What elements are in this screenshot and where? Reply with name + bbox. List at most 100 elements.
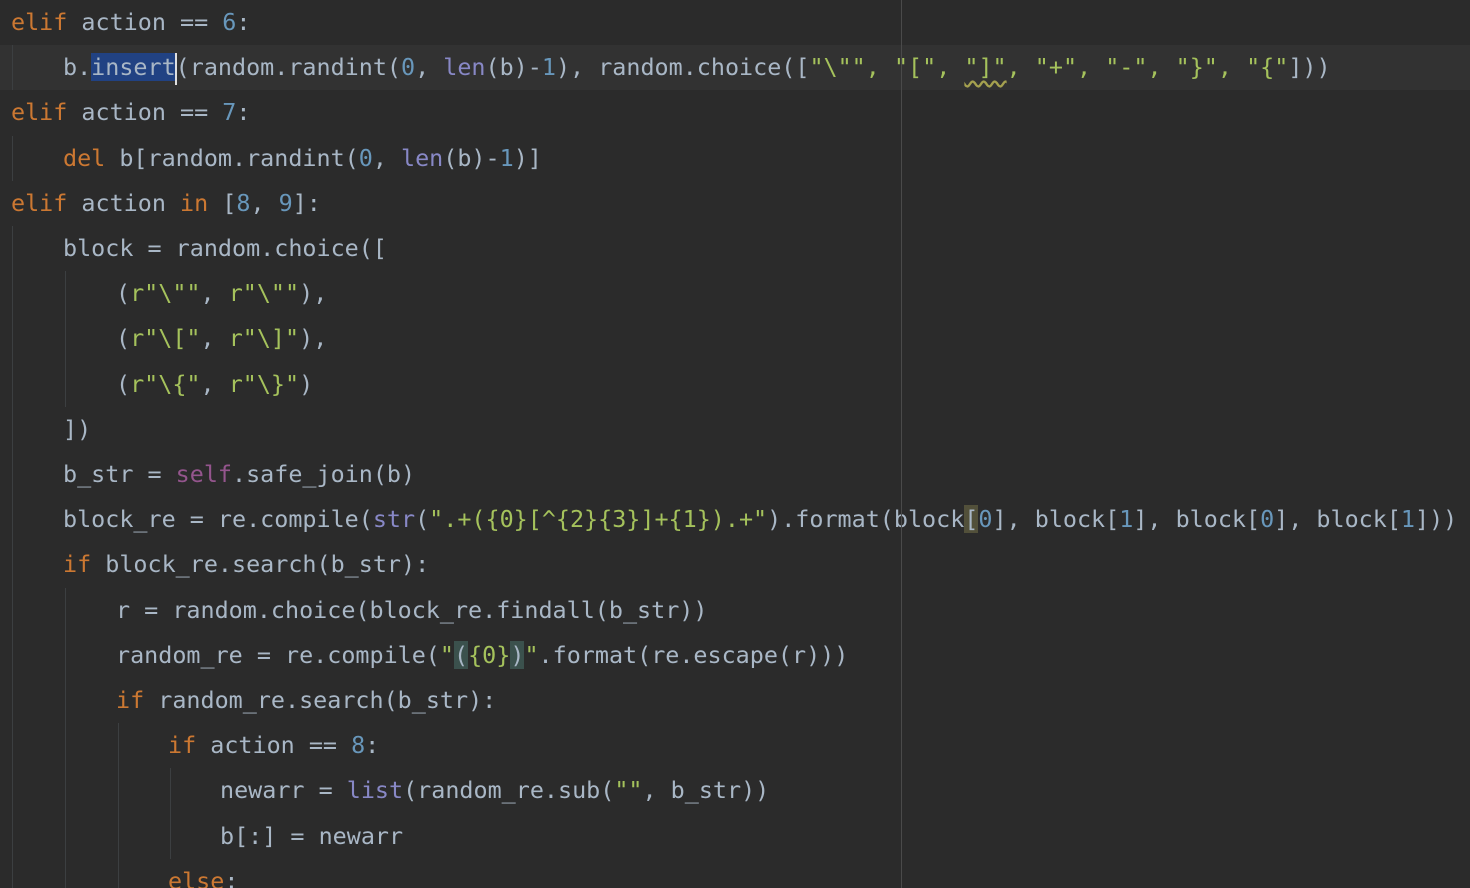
code-line-text[interactable]: elif action in [8, 9]: <box>11 181 321 226</box>
code-token: block_re.search(b_str): <box>91 550 430 579</box>
code-token: ( <box>116 279 131 308</box>
code-token: in <box>180 188 209 217</box>
code-token: list <box>346 776 404 805</box>
code-line[interactable]: elif action == 7: <box>0 90 1470 135</box>
code-token: ]) <box>63 414 92 443</box>
code-token: ), random.choice([ <box>555 53 810 82</box>
right-margin-guide <box>901 0 902 888</box>
code-token: newarr = <box>220 776 347 805</box>
code-token: random_re.search(b_str): <box>144 686 497 714</box>
code-line-text[interactable]: block = random.choice([ <box>63 226 387 271</box>
code-token: "\"" <box>809 53 866 82</box>
code-token: 1 <box>1400 505 1416 534</box>
code-line[interactable]: if action == 8: <box>0 723 1470 768</box>
code-token: (b)- <box>443 143 500 172</box>
code-line-text[interactable]: b.insert(random.randint(0, len(b)-1), ra… <box>63 45 1331 90</box>
code-token: block_re = re.compile( <box>63 505 373 534</box>
code-line[interactable]: block_re = re.compile(str(".+({0}[^{2}{3… <box>0 497 1470 542</box>
code-token: r"\"" <box>228 279 300 308</box>
code-token: self <box>175 460 233 488</box>
code-token: "}" <box>1175 53 1218 82</box>
code-token: if <box>116 686 145 714</box>
code-line-text[interactable]: (r"\{", r"\}") <box>116 362 313 407</box>
indent-guide <box>65 587 66 888</box>
code-line[interactable]: else: <box>0 859 1470 888</box>
code-token: : <box>365 731 380 760</box>
indent-guide <box>118 723 119 888</box>
code-line[interactable]: elif action in [8, 9]: <box>0 181 1470 226</box>
code-line[interactable]: random_re = re.compile("({0})".format(re… <box>0 633 1470 678</box>
code-token: 8 <box>236 188 251 217</box>
code-token: [ <box>208 188 237 217</box>
code-token: , <box>200 369 229 398</box>
code-token: : <box>236 8 251 36</box>
code-line-text[interactable]: (r"\"", r"\""), <box>116 271 327 316</box>
code-line[interactable]: b.insert(random.randint(0, len(b)-1), ra… <box>0 45 1470 91</box>
code-token: ])) <box>1415 505 1458 534</box>
code-line-text[interactable]: ]) <box>63 407 91 452</box>
code-line-text[interactable]: if action == 8: <box>168 723 379 768</box>
code-editor[interactable]: elif action == 6: b.insert(random.randint… <box>0 0 1470 888</box>
code-token: , <box>936 53 965 82</box>
code-token: block = random.choice([ <box>63 234 387 262</box>
code-line-text[interactable]: elif action == 7: <box>11 90 250 135</box>
code-token: b. <box>63 53 92 82</box>
code-token: .format(re.escape(r))) <box>538 640 849 669</box>
code-line[interactable]: ]) <box>0 407 1470 452</box>
code-token: elif <box>11 188 68 217</box>
code-line[interactable]: elif action == 6: <box>0 0 1470 45</box>
code-line[interactable]: r = random.choice(block_re.findall(b_str… <box>0 588 1470 633</box>
code-line-text[interactable]: elif action == 6: <box>11 0 250 45</box>
code-token: "" <box>614 776 643 805</box>
code-line[interactable]: (r"\[", r"\]"), <box>0 316 1470 361</box>
code-line[interactable]: if block_re.search(b_str): <box>0 542 1470 587</box>
code-line[interactable]: (r"\"", r"\""), <box>0 271 1470 316</box>
code-token: insert <box>91 53 176 82</box>
code-line-text[interactable]: r = random.choice(block_re.findall(b_str… <box>116 588 707 633</box>
code-token: , b_str)) <box>642 776 770 805</box>
code-token: b[:] = newarr <box>220 821 404 850</box>
code-token: if <box>168 731 197 760</box>
code-line-text[interactable]: random_re = re.compile("({0})".format(re… <box>116 633 848 678</box>
code-token: , <box>200 279 229 308</box>
code-token: b[random.randint( <box>105 143 359 172</box>
code-token: action == <box>67 8 223 36</box>
code-token: (b)- <box>485 53 542 82</box>
code-token: action == <box>196 731 352 760</box>
code-token: "+" <box>1034 53 1078 82</box>
code-token: if <box>63 550 92 579</box>
code-line[interactable]: del b[random.randint(0, len(b)-1)] <box>0 136 1470 181</box>
code-line-text[interactable]: else: <box>168 859 238 888</box>
code-token: ), <box>299 279 328 308</box>
code-token: len <box>401 143 444 172</box>
code-line[interactable]: b[:] = newarr <box>0 814 1470 859</box>
code-token: b_str = <box>63 460 176 488</box>
code-line-text[interactable]: b[:] = newarr <box>220 814 403 859</box>
code-token: , <box>1147 53 1176 82</box>
code-token: 1 <box>541 53 556 82</box>
code-line[interactable]: (r"\{", r"\}") <box>0 362 1470 407</box>
code-line-text[interactable]: newarr = list(random_re.sub("", b_str)) <box>220 768 769 813</box>
code-token: del <box>63 143 106 172</box>
code-line-text[interactable]: if random_re.search(b_str): <box>116 678 496 723</box>
code-token: , <box>1217 53 1247 82</box>
code-token: ( <box>116 369 131 398</box>
code-token: 0 <box>978 505 993 534</box>
indent-guide <box>12 135 13 181</box>
code-token: r"\]" <box>228 324 300 353</box>
code-line-text[interactable]: del b[random.randint(0, len(b)-1)] <box>63 136 542 181</box>
code-token: 6 <box>222 8 237 36</box>
code-token: [ <box>964 505 979 534</box>
code-token: 1 <box>1119 505 1134 534</box>
code-line[interactable]: block = random.choice([ <box>0 226 1470 271</box>
code-token: )] <box>513 143 542 172</box>
code-line[interactable]: newarr = list(random_re.sub("", b_str)) <box>0 768 1470 813</box>
code-line[interactable]: if random_re.search(b_str): <box>0 678 1470 723</box>
code-token: : <box>236 98 251 127</box>
code-line[interactable]: b_str = self.safe_join(b) <box>0 452 1470 497</box>
code-line-text[interactable]: (r"\[", r"\]"), <box>116 316 327 361</box>
code-line-text[interactable]: block_re = re.compile(str(".+({0}[^{2}{3… <box>63 497 1457 542</box>
code-token: r = random.choice(block_re.findall(b_str… <box>116 595 708 624</box>
code-line-text[interactable]: if block_re.search(b_str): <box>63 542 429 587</box>
code-line-text[interactable]: b_str = self.safe_join(b) <box>63 452 415 497</box>
